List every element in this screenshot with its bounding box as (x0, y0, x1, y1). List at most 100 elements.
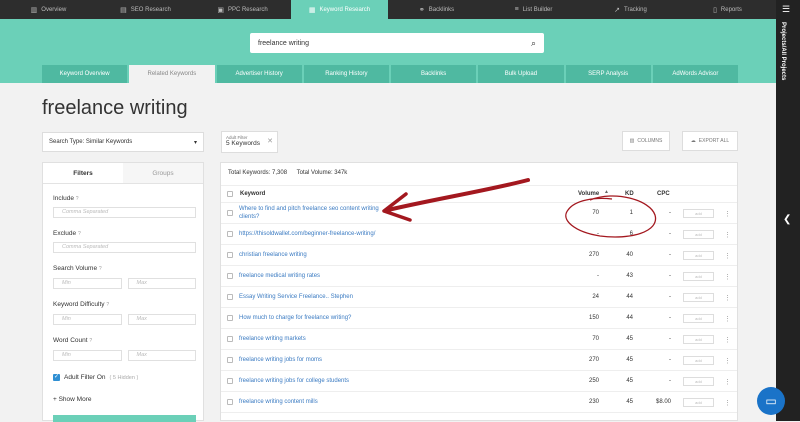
header-volume[interactable]: Volume (578, 191, 599, 197)
page-title: freelance writing (42, 97, 188, 119)
keyword-difficulty-max[interactable]: Max (127, 314, 196, 325)
keyword-link[interactable]: freelance writing markets (239, 329, 379, 349)
sort-icon[interactable]: ▲ (604, 189, 609, 195)
select-all-checkbox[interactable] (227, 191, 233, 197)
add-button[interactable]: add (683, 335, 714, 344)
checkmark-icon[interactable]: ✓ (53, 374, 60, 381)
tab-bulk-upload[interactable]: Bulk Upload (478, 65, 564, 83)
add-button[interactable]: add (683, 398, 714, 407)
nav-tab-backlinks[interactable]: ⚭ Backlinks (388, 0, 485, 19)
include-input[interactable]: Comma Separated (53, 207, 196, 218)
tab-serp-analysis[interactable]: SERP Analysis (565, 65, 651, 83)
add-button[interactable]: add (683, 356, 714, 365)
word-count-max[interactable]: Max (127, 350, 196, 361)
keyword-link[interactable]: freelance writing jobs for college stude… (239, 371, 539, 391)
row-checkbox[interactable] (227, 231, 233, 237)
more-options-icon[interactable]: ⋮ (724, 210, 731, 218)
add-button[interactable]: add (683, 230, 714, 239)
keyword-link[interactable]: Where to find and pitch freelance seo co… (239, 203, 379, 223)
search-volume-max[interactable]: Max (127, 278, 196, 289)
search-icon[interactable]: ⌕ (531, 38, 536, 49)
keyword-link[interactable]: https://thisoldwallet.com/beginner-freel… (239, 224, 379, 244)
keyword-link[interactable]: How much to charge for freelance writing… (239, 308, 539, 328)
row-checkbox[interactable] (227, 378, 233, 384)
header-cpc[interactable]: CPC (657, 191, 670, 197)
tab-advertiser-history[interactable]: Advertiser History (216, 65, 302, 83)
nav-tab-keyword-research[interactable]: ▦ Keyword Research (291, 0, 388, 19)
export-all-button[interactable]: ☁ EXPORT ALL (682, 131, 738, 151)
more-options-icon[interactable]: ⋮ (724, 252, 731, 260)
add-button[interactable]: add (683, 293, 714, 302)
chat-widget-button[interactable]: ▭ (757, 387, 785, 415)
keyword-difficulty-min[interactable]: Min (53, 314, 122, 325)
header-kd[interactable]: KD (625, 191, 634, 197)
nav-tab-ppc-research[interactable]: ▣ PPC Research (194, 0, 291, 19)
row-checkbox[interactable] (227, 399, 233, 405)
table-row: freelance writing jobs for college stude… (221, 371, 737, 392)
word-count-min[interactable]: Min (53, 350, 122, 361)
row-checkbox[interactable] (227, 357, 233, 363)
keyword-link[interactable]: freelance medical writing rates (239, 266, 379, 286)
keyword-link[interactable]: Essay Writing Service Freelance.. Stephe… (239, 287, 379, 307)
search-type-select[interactable]: Search Type: Similar Keywords ▾ (42, 132, 204, 152)
more-options-icon[interactable]: ⋮ (724, 231, 731, 239)
tab-keyword-overview[interactable]: Keyword Overview (42, 65, 128, 83)
tab-related-keywords[interactable]: Related Keywords (129, 65, 215, 83)
row-checkbox[interactable] (227, 315, 233, 321)
close-icon[interactable]: ✕ (267, 137, 273, 145)
volume-value: 70 (592, 336, 599, 342)
adult-filter-checkbox[interactable]: ✓ Adult Filter On ( 5 Hidden ) (53, 374, 138, 381)
nav-tab-tracking[interactable]: ↗ Tracking (582, 0, 679, 19)
add-button[interactable]: add (683, 314, 714, 323)
row-checkbox[interactable] (227, 294, 233, 300)
volume-value: 150 (588, 315, 599, 321)
add-button[interactable]: add (683, 251, 714, 260)
nav-tab-overview[interactable]: ▥ Overview (0, 0, 97, 19)
row-checkbox[interactable] (227, 210, 233, 216)
row-checkbox[interactable] (227, 252, 233, 258)
nav-tab-list-builder[interactable]: ≡ List Builder (485, 0, 582, 19)
chevron-left-icon[interactable]: ❮ (783, 214, 791, 225)
more-options-icon[interactable]: ⋮ (724, 378, 731, 386)
tab-adwords-advisor[interactable]: AdWords Advisor (652, 65, 738, 83)
tab-groups[interactable]: Groups (123, 163, 203, 183)
search-volume-min[interactable]: Min (53, 278, 122, 289)
nav-tab-reports[interactable]: ▯ Reports (679, 0, 776, 19)
kd-value: 43 (626, 273, 633, 279)
more-options-icon[interactable]: ⋮ (724, 294, 731, 302)
nav-tab-seo-research[interactable]: ▤ SEO Research (97, 0, 194, 19)
header-keyword[interactable]: Keyword (240, 191, 265, 197)
cpc-value: - (669, 231, 671, 237)
more-options-icon[interactable]: ⋮ (724, 399, 731, 407)
tab-filters[interactable]: Filters (43, 163, 123, 183)
keyword-link[interactable]: christian freelance writing (239, 245, 379, 265)
tab-ranking-history[interactable]: Ranking History (303, 65, 389, 83)
add-button[interactable]: add (683, 209, 714, 218)
volume-value: 70 (592, 210, 599, 216)
menu-icon[interactable]: ☰ (782, 4, 790, 15)
results-table: Total Keywords: 7,308 Total Volume: 347k… (220, 162, 738, 421)
add-button[interactable]: add (683, 377, 714, 386)
more-options-icon[interactable]: ⋮ (724, 357, 731, 365)
exclude-input[interactable]: Comma Separated (53, 242, 196, 253)
exclude-label: Exclude ? (53, 230, 81, 237)
tab-backlinks[interactable]: Backlinks (391, 65, 477, 83)
row-checkbox[interactable] (227, 336, 233, 342)
search-input[interactable]: freelance writing (258, 40, 531, 47)
table-row: freelance medical writing rates - 43 - a… (221, 266, 737, 287)
projects-side-panel[interactable]: ☰ Projects/All Projects ❮ (776, 0, 800, 421)
more-options-icon[interactable]: ⋮ (724, 315, 731, 323)
more-options-icon[interactable]: ⋮ (724, 336, 731, 344)
add-button[interactable]: add (683, 272, 714, 281)
keyword-search-box[interactable]: freelance writing ⌕ (250, 33, 544, 53)
more-options-icon[interactable]: ⋮ (724, 273, 731, 281)
sub-tabs: Keyword Overview Related Keywords Advert… (42, 65, 738, 83)
columns-button[interactable]: ▥ COLUMNS (622, 131, 670, 151)
row-checkbox[interactable] (227, 273, 233, 279)
seo-icon: ▤ (120, 6, 127, 14)
show-more-link[interactable]: + Show More (53, 396, 91, 403)
adult-filter-chip[interactable]: Adult Filter 5 Keywords ✕ (221, 131, 278, 153)
keyword-link[interactable]: freelance writing jobs for moms (239, 350, 379, 370)
keyword-link[interactable]: freelance writing content mills (239, 392, 379, 412)
report-icon: ▯ (713, 6, 717, 14)
